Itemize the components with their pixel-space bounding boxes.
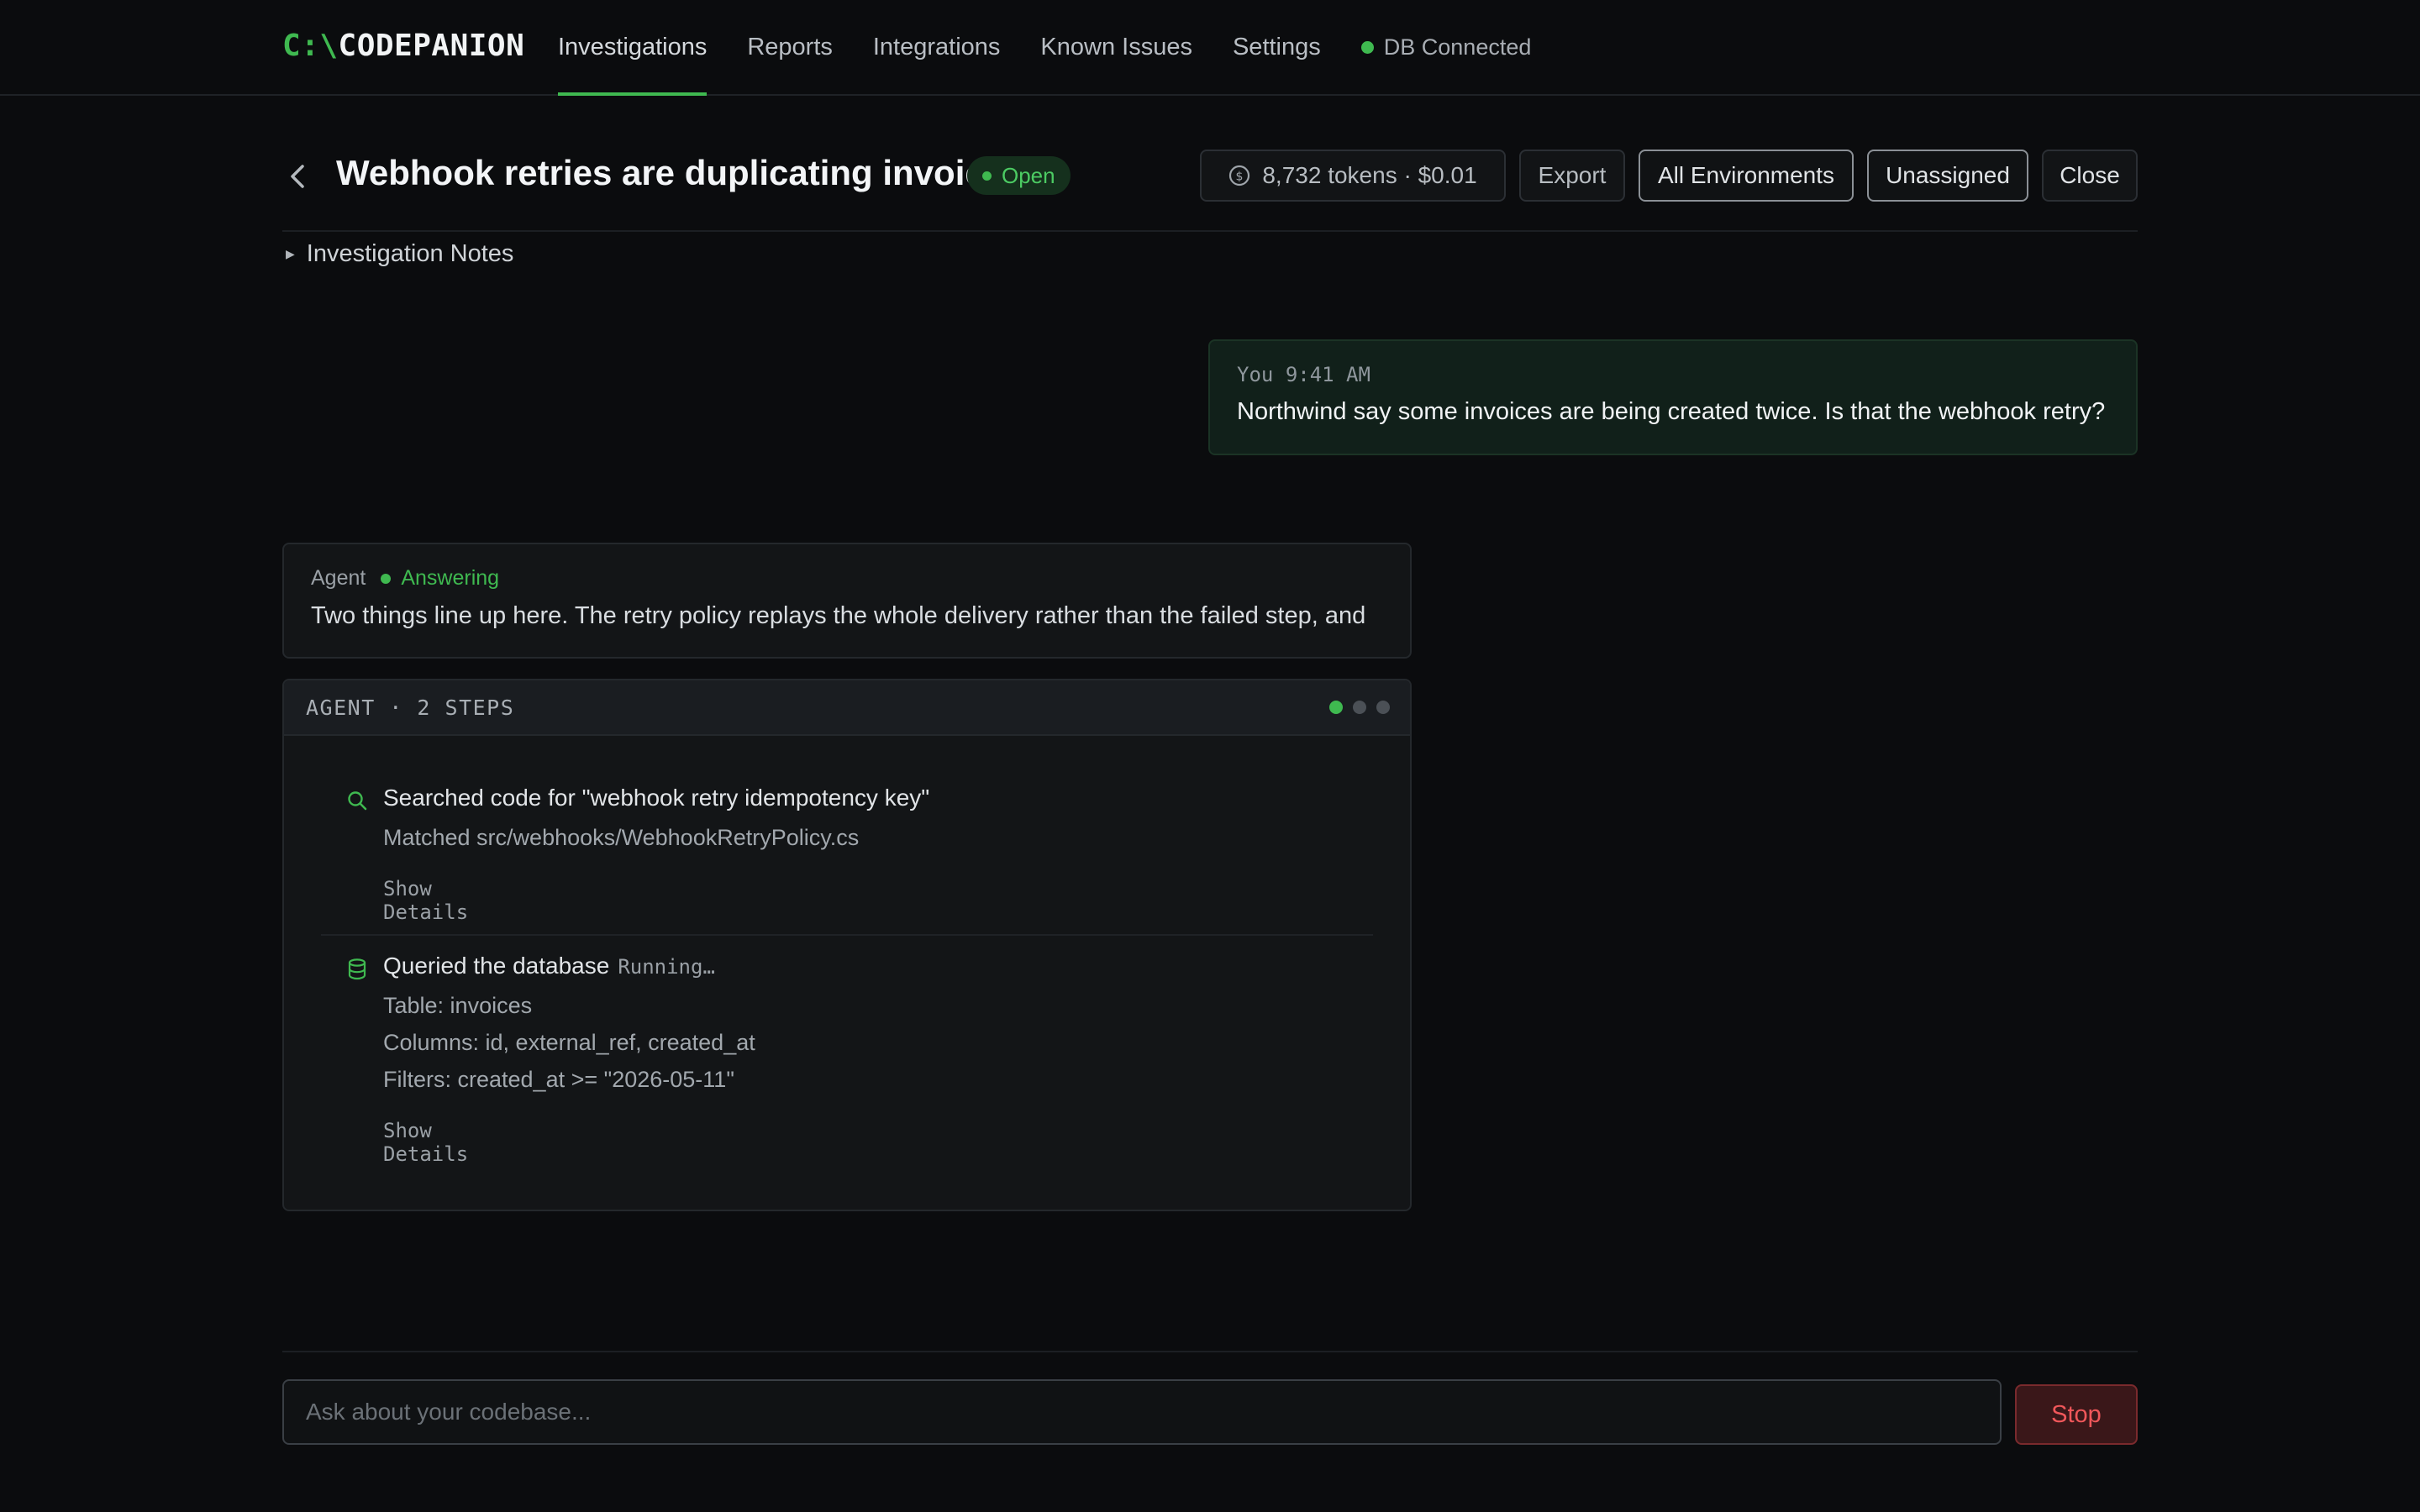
token-usage-button[interactable]: $ 8,732 tokens · $0.01 — [1200, 150, 1506, 202]
close-investigation-button[interactable]: Close — [2042, 150, 2138, 202]
user-message-author: You — [1237, 363, 1274, 386]
agent-message: Agent Answering Two things line up here.… — [282, 543, 1412, 659]
step-title: Searched code for "webhook retry idempot… — [383, 785, 930, 811]
step-running-label: Running… — [618, 955, 715, 979]
progress-dot — [1376, 701, 1390, 714]
step-title-row: Queried the database Running… — [383, 953, 715, 979]
user-message-meta: You 9:41 AM — [1237, 363, 2109, 386]
step-detail-line: Matched src/webhooks/WebhookRetryPolicy.… — [383, 825, 860, 850]
db-status: DB Connected — [1360, 0, 1532, 94]
app-logo[interactable]: C:\CODEPANION — [282, 29, 524, 63]
page-title: Webhook retries are duplicating invoices — [336, 153, 1024, 192]
export-button[interactable]: Export — [1519, 150, 1625, 202]
chevron-left-icon — [291, 165, 304, 188]
stop-button[interactable]: Stop — [2015, 1384, 2138, 1445]
progress-dots — [1329, 701, 1390, 714]
assignee-select[interactable]: Unassigned — [1867, 150, 2028, 202]
show-details-button[interactable]: Show Details — [383, 877, 468, 924]
agent-steps-title: AGENT · 2 STEPS — [306, 695, 515, 720]
step-divider — [321, 934, 1373, 936]
logo-prefix: C:\ — [282, 29, 339, 63]
step-detail-line: Columns: id, external_ref, created_at — [383, 1030, 755, 1055]
status-dot-icon — [982, 171, 992, 181]
agent-message-text: Two things line up here. The retry polic… — [311, 602, 1366, 629]
status-dot-icon — [381, 573, 392, 584]
db-status-label: DB Connected — [1383, 34, 1532, 60]
step-detail-line: Table: invoices — [383, 993, 533, 1018]
divider — [282, 230, 2138, 232]
nav-reports[interactable]: Reports — [747, 0, 833, 94]
show-details-button[interactable]: Show Details — [383, 1119, 468, 1166]
step-title: Queried the database — [383, 953, 610, 979]
agent-status-label: Answering — [401, 566, 500, 590]
investigation-notes-label: Investigation Notes — [306, 239, 514, 267]
progress-dot — [1329, 701, 1343, 714]
agent-message-author: Agent — [311, 566, 366, 590]
user-message-text: Northwind say some invoices are being cr… — [1237, 398, 2106, 425]
nav-settings[interactable]: Settings — [1233, 0, 1321, 94]
agent-steps-panel: AGENT · 2 STEPS Searched code for "webho… — [282, 679, 1412, 1211]
nav-known-issues[interactable]: Known Issues — [1040, 0, 1192, 94]
search-icon — [348, 791, 367, 811]
status-badge-label: Open — [1002, 162, 1055, 188]
top-nav-bar: C:\CODEPANION Investigations Reports Int… — [0, 0, 2420, 96]
user-message-time: 9:41 AM — [1285, 363, 1370, 386]
status-dot-icon — [1360, 40, 1374, 54]
investigation-notes-toggle[interactable]: ▶ Investigation Notes — [286, 237, 513, 270]
ask-input[interactable] — [282, 1379, 2002, 1445]
token-usage-label: 8,732 tokens · $0.01 — [1262, 162, 1477, 188]
back-button[interactable] — [286, 160, 313, 193]
svg-text:$: $ — [1236, 171, 1244, 184]
environment-select[interactable]: All Environments — [1639, 150, 1854, 202]
agent-message-meta: Agent Answering — [311, 566, 1383, 591]
agent-steps-header: AGENT · 2 STEPS — [284, 680, 1410, 736]
status-badge: Open — [967, 156, 1071, 195]
nav-investigations[interactable]: Investigations — [558, 0, 708, 96]
triangle-right-icon: ▶ — [286, 246, 295, 260]
step-detail-line: Filters: created_at >= "2026-05-11" — [383, 1067, 734, 1092]
divider — [282, 1351, 2138, 1352]
logo-name: CODEPANION — [338, 29, 525, 63]
nav-integrations[interactable]: Integrations — [873, 0, 1001, 94]
progress-dot — [1353, 701, 1366, 714]
user-message: You 9:41 AM Northwind say some invoices … — [1208, 339, 2138, 455]
main-nav: Investigations Reports Integrations Know… — [558, 0, 1532, 96]
database-icon — [348, 958, 366, 980]
coin-icon: $ — [1229, 165, 1250, 186]
